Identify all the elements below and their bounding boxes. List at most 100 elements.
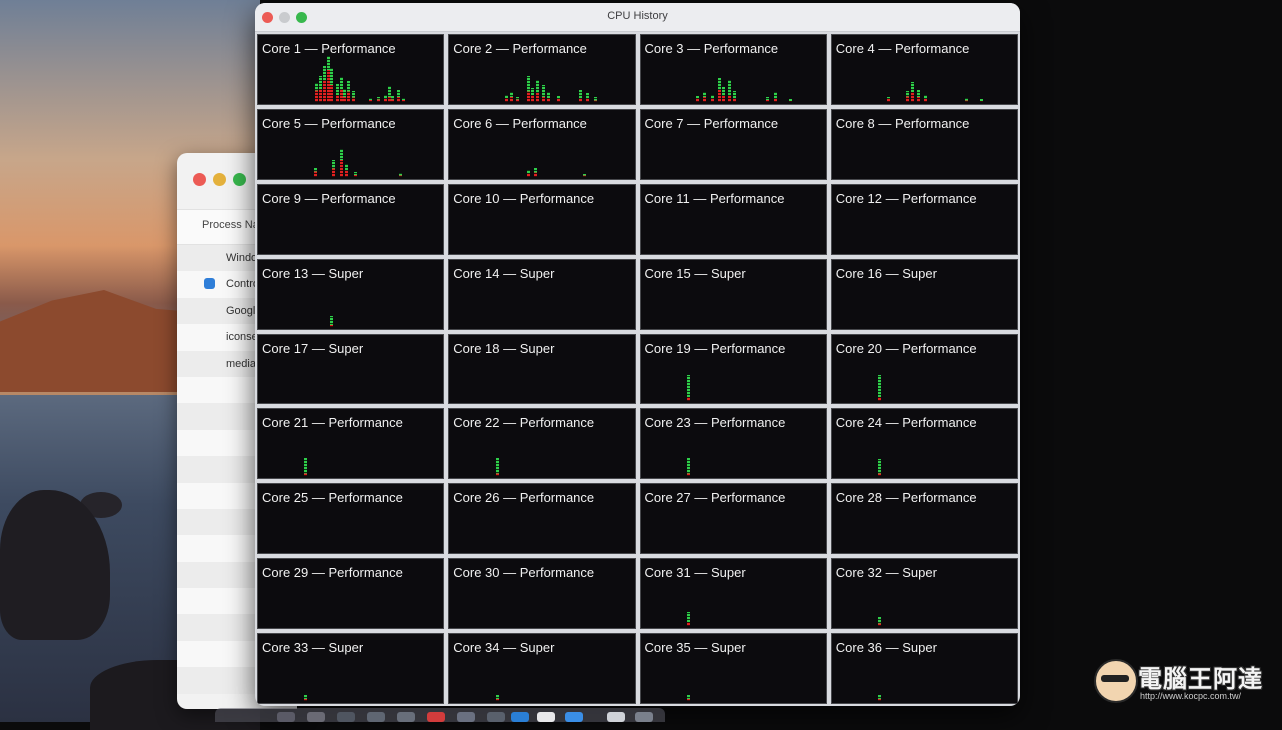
cpu-load-bar xyxy=(979,98,983,102)
core-label: Core 15 — Super xyxy=(644,265,746,281)
core-graph: Core 22 — Performance xyxy=(448,408,636,480)
close-button[interactable] xyxy=(193,173,206,186)
core-label: Core 22 — Performance xyxy=(453,415,595,431)
window-controls xyxy=(193,173,246,186)
core-graph: Core 24 — Performance xyxy=(830,408,1018,480)
core-label: Core 28 — Performance xyxy=(835,490,977,506)
cpu-load-bar xyxy=(878,459,882,477)
dock-app-icon[interactable] xyxy=(607,712,625,722)
cpu-load-bar xyxy=(710,94,714,102)
title-bar[interactable]: CPU History xyxy=(255,3,1020,32)
cpu-load-bar xyxy=(398,172,402,177)
cpu-load-bar xyxy=(556,95,560,102)
core-graph: Core 8 — Performance xyxy=(830,108,1018,180)
cpu-load-bar xyxy=(578,89,582,102)
cpu-load-bar xyxy=(905,90,909,102)
zoom-button[interactable] xyxy=(233,173,246,186)
dock-app-icon[interactable] xyxy=(427,712,445,722)
core-graph: Core 7 — Performance xyxy=(639,108,827,180)
dock-app-icon[interactable] xyxy=(277,712,295,722)
cpu-load-bar xyxy=(718,77,722,102)
core-graph: Core 6 — Performance xyxy=(448,108,636,180)
core-graph: Core 21 — Performance xyxy=(257,408,445,480)
process-name-column[interactable]: Process Na xyxy=(202,219,259,231)
cpu-load-bar xyxy=(527,75,531,102)
cpu-load-bar xyxy=(396,89,400,102)
core-label: Core 25 — Performance xyxy=(262,490,403,506)
cpu-load-bar xyxy=(376,96,380,102)
cpu-load-bar xyxy=(773,91,777,102)
cpu-load-bar xyxy=(515,96,519,102)
cpu-load-bar xyxy=(369,97,373,102)
dock-app-icon[interactable] xyxy=(457,712,475,722)
cpu-load-bar xyxy=(332,159,336,177)
cpu-load-bar xyxy=(878,617,882,627)
core-label: Core 26 — Performance xyxy=(453,490,595,506)
core-label: Core 11 — Performance xyxy=(644,190,785,206)
cpu-load-bar xyxy=(696,95,700,102)
core-label: Core 10 — Performance xyxy=(453,190,595,206)
cpu-load-bar xyxy=(495,458,499,477)
core-label: Core 2 — Performance xyxy=(453,41,587,56)
core-graph: Core 23 — Performance xyxy=(639,408,827,480)
cpu-load-bar xyxy=(402,97,406,102)
core-graph: Core 31 — Super xyxy=(639,558,827,630)
core-label: Core 32 — Super xyxy=(835,565,937,581)
core-graph: Core 20 — Performance xyxy=(830,333,1018,405)
cpu-load-bar xyxy=(495,694,499,701)
core-graph: Core 18 — Super xyxy=(448,333,636,405)
core-label: Core 7 — Performance xyxy=(644,115,779,131)
cpu-load-bar xyxy=(339,148,343,177)
core-label: Core 29 — Performance xyxy=(262,565,403,581)
cpu-load-bar xyxy=(887,96,891,102)
core-graph: Core 4 — Performance xyxy=(830,34,1018,105)
core-label: Core 8 — Performance xyxy=(835,115,970,131)
core-label: Core 14 — Super xyxy=(453,265,555,281)
cpu-load-bar xyxy=(916,89,920,102)
core-label: Core 27 — Performance xyxy=(644,490,786,506)
dock-app-icon[interactable] xyxy=(397,712,415,722)
core-label: Core 19 — Performance xyxy=(644,340,786,356)
dock-app-icon[interactable] xyxy=(337,712,355,722)
dock-app-icon[interactable] xyxy=(635,712,653,722)
cpu-load-bar xyxy=(313,167,317,177)
dock-app-icon[interactable] xyxy=(511,712,529,722)
core-graph: Core 15 — Super xyxy=(639,258,827,330)
dock-app-icon[interactable] xyxy=(565,712,583,722)
cpu-load-bar xyxy=(383,94,387,102)
dock[interactable] xyxy=(215,708,665,722)
dock-app-icon[interactable] xyxy=(367,712,385,722)
core-graph: Core 14 — Super xyxy=(448,258,636,330)
dock-app-icon[interactable] xyxy=(307,712,325,722)
window-title: CPU History xyxy=(607,10,668,22)
core-graph: Core 10 — Performance xyxy=(448,183,636,255)
watermark-title: 電腦王阿達 xyxy=(1138,666,1263,693)
core-label: Core 5 — Performance xyxy=(262,115,396,131)
core-graph: Core 32 — Super xyxy=(830,558,1018,630)
cpu-load-bar xyxy=(322,65,326,102)
cpu-load-bar xyxy=(686,694,690,701)
cpu-load-bar xyxy=(304,694,308,701)
cpu-load-bar xyxy=(343,88,347,102)
core-graph: Core 9 — Performance xyxy=(257,183,445,255)
dock-app-icon[interactable] xyxy=(537,712,555,722)
cpu-load-bar xyxy=(547,91,551,102)
minimize-button[interactable] xyxy=(213,173,226,186)
core-label: Core 34 — Super xyxy=(453,640,555,656)
cpu-load-bar xyxy=(878,694,882,701)
core-graph: Core 3 — Performance xyxy=(639,34,827,105)
cpu-history-window[interactable]: CPU History Core 1 — Performance Core 2 —… xyxy=(255,3,1020,706)
app-icon xyxy=(204,278,215,290)
core-graph: Core 11 — Performance xyxy=(639,183,827,255)
core-graph: Core 12 — Performance xyxy=(830,183,1018,255)
core-graph: Core 2 — Performance xyxy=(448,34,636,105)
core-label: Core 4 — Performance xyxy=(835,41,970,56)
cpu-load-bar xyxy=(686,458,690,477)
cpu-load-bar xyxy=(686,612,690,627)
cpu-load-bar xyxy=(330,67,334,102)
dock-app-icon[interactable] xyxy=(487,712,505,722)
core-label: Core 16 — Super xyxy=(835,265,937,281)
cpu-load-bar xyxy=(304,458,308,477)
core-graph: Core 28 — Performance xyxy=(830,483,1018,555)
cpu-load-bar xyxy=(534,167,538,177)
